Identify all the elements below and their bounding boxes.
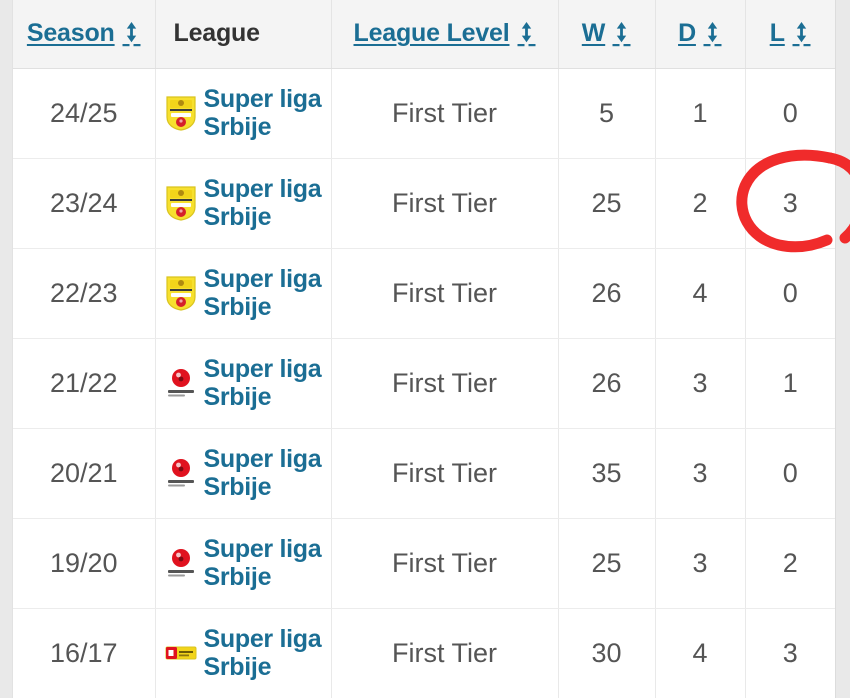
cell-wins: 35 <box>558 428 656 519</box>
column-header-losses-label[interactable]: L <box>770 19 785 48</box>
cell-league: Super liga Srbije <box>155 248 332 339</box>
league-name-link[interactable]: Super liga Srbije <box>204 175 323 232</box>
cell-wins: 25 <box>558 518 656 609</box>
table-body: 24/25 Super liga Srbije First Tier 5 1 0 23/24… <box>13 68 835 698</box>
column-header-losses[interactable]: L <box>745 0 835 69</box>
cell-league-level: First Tier <box>331 248 559 339</box>
cell-draws: 3 <box>655 428 746 519</box>
cell-league-level: First Tier <box>331 68 559 159</box>
cell-league-level: First Tier <box>331 158 559 249</box>
cell-wins: 25 <box>558 158 656 249</box>
cell-season: 23/24 <box>13 158 156 249</box>
league-name-link[interactable]: Super liga Srbije <box>204 445 323 502</box>
table-header: Season League League Level W D L <box>13 0 835 69</box>
red-ball-badge-icon <box>164 454 198 492</box>
cell-season: 22/23 <box>13 248 156 339</box>
cell-season: 24/25 <box>13 68 156 159</box>
cell-league: Super liga Srbije <box>155 608 332 698</box>
season-performance-table: Season League League Level W D L 24/25 S… <box>13 0 835 698</box>
red-ball-badge-icon <box>164 544 198 582</box>
cell-wins: 26 <box>558 338 656 429</box>
column-header-league: League <box>155 0 332 69</box>
cell-league-level: First Tier <box>331 608 559 698</box>
cell-draws: 2 <box>655 158 746 249</box>
cell-draws: 4 <box>655 248 746 339</box>
cell-season: 16/17 <box>13 608 156 698</box>
cell-losses: 0 <box>745 428 835 519</box>
table-row: 24/25 Super liga Srbije First Tier 5 1 0 <box>13 68 835 159</box>
yellow-shield-badge-icon <box>164 94 198 132</box>
column-header-wins-label[interactable]: W <box>582 19 606 48</box>
cell-league-level: First Tier <box>331 428 559 519</box>
cell-draws: 4 <box>655 608 746 698</box>
cell-wins: 30 <box>558 608 656 698</box>
table-row: 16/17 Super liga Srbije First Tier 30 4 3 <box>13 608 835 698</box>
cell-league: Super liga Srbije <box>155 158 332 249</box>
yellow-shield-badge-icon <box>164 184 198 222</box>
cell-league: Super liga Srbije <box>155 338 332 429</box>
cell-draws: 3 <box>655 518 746 609</box>
sort-updown-icon[interactable] <box>612 21 631 47</box>
cell-season: 21/22 <box>13 338 156 429</box>
table-row: 22/23 Super liga Srbije First Tier 26 4 0 <box>13 248 835 339</box>
page-background: Season League League Level W D L 24/25 S… <box>0 0 850 698</box>
cell-losses: 3 <box>745 158 835 249</box>
league-name-link[interactable]: Super liga Srbije <box>204 265 323 322</box>
league-name-link[interactable]: Super liga Srbije <box>204 355 323 412</box>
cell-league-level: First Tier <box>331 338 559 429</box>
column-header-draws-label[interactable]: D <box>678 19 696 48</box>
table-row: 21/22 Super liga Srbije First Tier 26 3 1 <box>13 338 835 429</box>
cell-season: 19/20 <box>13 518 156 609</box>
cell-league: Super liga Srbije <box>155 68 332 159</box>
table-row: 19/20 Super liga Srbije First Tier 25 3 2 <box>13 518 835 609</box>
cell-season: 20/21 <box>13 428 156 519</box>
cell-league: Super liga Srbije <box>155 518 332 609</box>
cell-wins: 5 <box>558 68 656 159</box>
cell-losses: 3 <box>745 608 835 698</box>
column-header-league-level-label[interactable]: League Level <box>354 19 510 48</box>
cell-losses: 0 <box>745 248 835 339</box>
sort-updown-icon[interactable] <box>703 21 722 47</box>
column-header-league-label: League <box>173 19 261 48</box>
cell-league-level: First Tier <box>331 518 559 609</box>
sort-updown-icon[interactable] <box>792 21 811 47</box>
league-name-link[interactable]: Super liga Srbije <box>204 625 323 682</box>
cell-wins: 26 <box>558 248 656 339</box>
table-scroll-container[interactable]: Season League League Level W D L 24/25 S… <box>12 0 836 698</box>
league-name-link[interactable]: Super liga Srbije <box>204 85 323 142</box>
table-row: 20/21 Super liga Srbije First Tier 35 3 0 <box>13 428 835 519</box>
cell-league: Super liga Srbije <box>155 428 332 519</box>
column-header-wins[interactable]: W <box>558 0 656 69</box>
red-yellow-bar-badge-icon <box>164 634 198 672</box>
sort-updown-icon[interactable] <box>122 21 141 47</box>
column-header-season-label[interactable]: Season <box>27 19 115 48</box>
league-name-link[interactable]: Super liga Srbije <box>204 535 323 592</box>
yellow-shield-badge-icon <box>164 274 198 312</box>
cell-draws: 1 <box>655 68 746 159</box>
column-header-season[interactable]: Season <box>13 0 156 69</box>
red-ball-badge-icon <box>164 364 198 402</box>
cell-losses: 0 <box>745 68 835 159</box>
cell-losses: 1 <box>745 338 835 429</box>
cell-draws: 3 <box>655 338 746 429</box>
column-header-league-level[interactable]: League Level <box>331 0 559 69</box>
cell-losses: 2 <box>745 518 835 609</box>
header-row: Season League League Level W D L <box>13 0 835 69</box>
table-row: 23/24 Super liga Srbije First Tier 25 2 3 <box>13 158 835 249</box>
sort-updown-icon[interactable] <box>517 21 536 47</box>
column-header-draws[interactable]: D <box>655 0 746 69</box>
